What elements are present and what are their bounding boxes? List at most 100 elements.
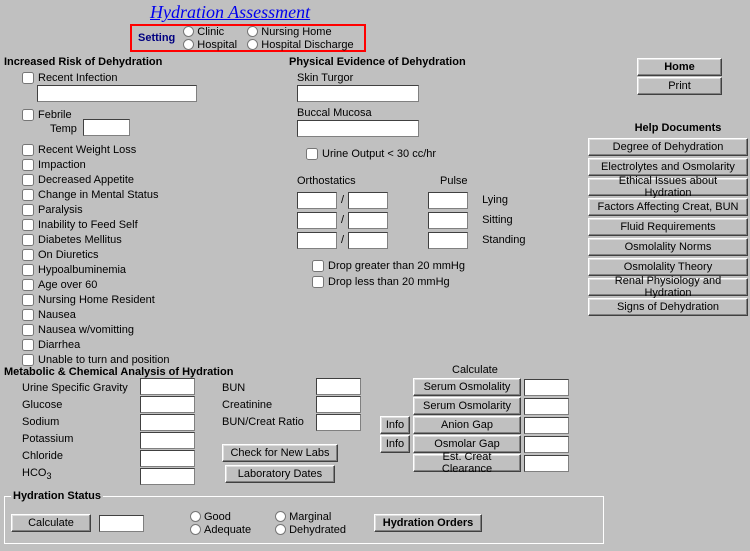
hydration-orders-button[interactable]: Hydration Orders (374, 514, 482, 532)
urine-output-check[interactable]: Urine Output < 30 cc/hr (306, 146, 436, 161)
help-doc-button[interactable]: Osmolality Theory (588, 258, 748, 276)
skin-turgor-label: Skin Turgor (297, 72, 353, 84)
pulse-lying[interactable] (428, 192, 468, 209)
help-heading: Help Documents (613, 122, 743, 134)
skin-turgor-input[interactable] (297, 85, 419, 102)
creatinine-input[interactable] (316, 396, 361, 413)
lab-dates-button[interactable]: Laboratory Dates (225, 465, 335, 483)
status-dehydrated[interactable]: Dehydrated (275, 523, 346, 536)
risk-item[interactable]: Nausea w/vomitting (22, 322, 169, 337)
risk-item[interactable]: Recent Weight Loss (22, 142, 169, 157)
risk-item[interactable]: Unable to turn and position (22, 352, 169, 367)
est-creat-button[interactable]: Est. Creat Clearance (413, 454, 521, 472)
help-doc-button[interactable]: Renal Physiology and Hydration (588, 278, 748, 296)
check-labs-button[interactable]: Check for New Labs (222, 444, 338, 462)
help-doc-button[interactable]: Fluid Requirements (588, 218, 748, 236)
serum-osmolarity-button[interactable]: Serum Osmolarity (413, 397, 521, 415)
risk-item[interactable]: Paralysis (22, 202, 169, 217)
risk-item[interactable]: Decreased Appetite (22, 172, 169, 187)
risk-item[interactable]: Age over 60 (22, 277, 169, 292)
status-marginal[interactable]: Marginal (275, 510, 346, 523)
ortho-sys-sitting[interactable] (297, 212, 337, 229)
risk-item[interactable]: Impaction (22, 157, 169, 172)
risk-item[interactable]: Diarrhea (22, 337, 169, 352)
setting-label: Setting (138, 32, 175, 44)
ortho-sys-lying[interactable] (297, 192, 337, 209)
hydration-status-group: Hydration Status Calculate Good Adequate… (4, 490, 604, 544)
pulse-standing[interactable] (428, 232, 468, 249)
sodium-input[interactable] (140, 414, 195, 431)
serum-osmolarity-result[interactable] (524, 398, 569, 415)
bun-creat-label: BUN/Creat Ratio (222, 416, 304, 428)
risk-item[interactable]: Hypoalbuminemia (22, 262, 169, 277)
help-doc-button[interactable]: Degree of Dehydration (588, 138, 748, 156)
bun-input[interactable] (316, 378, 361, 395)
setting-nursing-home[interactable]: Nursing Home (247, 25, 353, 38)
print-button[interactable]: Print (637, 77, 722, 95)
risk-item[interactable]: Inability to Feed Self (22, 217, 169, 232)
ortho-dia-standing[interactable] (348, 232, 388, 249)
risk-item[interactable]: Diabetes Mellitus (22, 232, 169, 247)
risk-item[interactable]: Change in Mental Status (22, 187, 169, 202)
help-doc-button[interactable]: Ethical Issues about Hydration (588, 178, 748, 196)
status-adequate[interactable]: Adequate (190, 523, 251, 536)
glucose-input[interactable] (140, 396, 195, 413)
ortho-dia-lying[interactable] (348, 192, 388, 209)
buccal-mucosa-label: Buccal Mucosa (297, 107, 372, 119)
help-doc-button[interactable]: Electrolytes and Osmolarity (588, 158, 748, 176)
potassium-input[interactable] (140, 432, 195, 449)
recent-infection-check[interactable]: Recent Infection (22, 70, 118, 85)
home-button[interactable]: Home (637, 58, 722, 76)
drop-gt-check[interactable]: Drop greater than 20 mmHg (312, 258, 465, 273)
physical-heading: Physical Evidence of Dehydration (289, 56, 466, 68)
drop-gt-label: Drop greater than 20 mmHg (328, 260, 465, 272)
setting-hospital[interactable]: Hospital (183, 38, 247, 51)
risk-item[interactable]: Nursing Home Resident (22, 292, 169, 307)
anion-gap-button[interactable]: Anion Gap (413, 416, 521, 434)
help-doc-button[interactable]: Signs of Dehydration (588, 298, 748, 316)
status-calculate-button[interactable]: Calculate (11, 514, 91, 532)
risk-heading: Increased Risk of Dehydration (4, 56, 162, 68)
status-good[interactable]: Good (190, 510, 251, 523)
osmolar-gap-result[interactable] (524, 436, 569, 453)
chloride-input[interactable] (140, 450, 195, 467)
recent-infection-label: Recent Infection (38, 72, 118, 84)
hco3-input[interactable] (140, 468, 195, 485)
setting-hospital-discharge[interactable]: Hospital Discharge (247, 38, 353, 51)
bun-creat-input[interactable] (316, 414, 361, 431)
lying-label: Lying (482, 194, 508, 206)
potassium-label: Potassium (22, 433, 128, 445)
drop-lt-check[interactable]: Drop less than 20 mmHg (312, 274, 450, 289)
setting-hospital-discharge-label: Hospital Discharge (261, 39, 353, 51)
buccal-mucosa-input[interactable] (297, 120, 419, 137)
anion-gap-result[interactable] (524, 417, 569, 434)
risk-item[interactable]: Nausea (22, 307, 169, 322)
setting-clinic-label: Clinic (197, 26, 224, 38)
risk-list: Recent Weight Loss Impaction Decreased A… (22, 142, 169, 367)
est-creat-result[interactable] (524, 455, 569, 472)
serum-osmolality-button[interactable]: Serum Osmolality (413, 378, 521, 396)
recent-infection-input[interactable] (37, 85, 197, 102)
setting-nursing-home-label: Nursing Home (261, 26, 331, 38)
status-result[interactable] (99, 515, 144, 532)
temp-input[interactable] (83, 119, 130, 136)
pulse-sitting[interactable] (428, 212, 468, 229)
ortho-dia-sitting[interactable] (348, 212, 388, 229)
setting-group: Setting Clinic Hospital Nursing Home Hos… (130, 24, 366, 52)
info-osmolar-button[interactable]: Info (380, 435, 410, 453)
metabolic-heading: Metabolic & Chemical Analysis of Hydrati… (4, 366, 233, 378)
hco3-label: HCO3 (22, 467, 128, 481)
help-doc-button[interactable]: Osmolality Norms (588, 238, 748, 256)
pulse-label: Pulse (440, 175, 468, 187)
urine-output-label: Urine Output < 30 cc/hr (322, 148, 436, 160)
serum-osmolality-result[interactable] (524, 379, 569, 396)
setting-clinic[interactable]: Clinic (183, 25, 247, 38)
risk-item[interactable]: On Diuretics (22, 247, 169, 262)
urine-sg-input[interactable] (140, 378, 195, 395)
febrile-check[interactable]: Febrile (22, 107, 72, 122)
help-doc-button[interactable]: Factors Affecting Creat, BUN (588, 198, 748, 216)
febrile-label: Febrile (38, 109, 72, 121)
info-anion-button[interactable]: Info (380, 416, 410, 434)
page-title: Hydration Assessment (150, 2, 310, 23)
ortho-sys-standing[interactable] (297, 232, 337, 249)
